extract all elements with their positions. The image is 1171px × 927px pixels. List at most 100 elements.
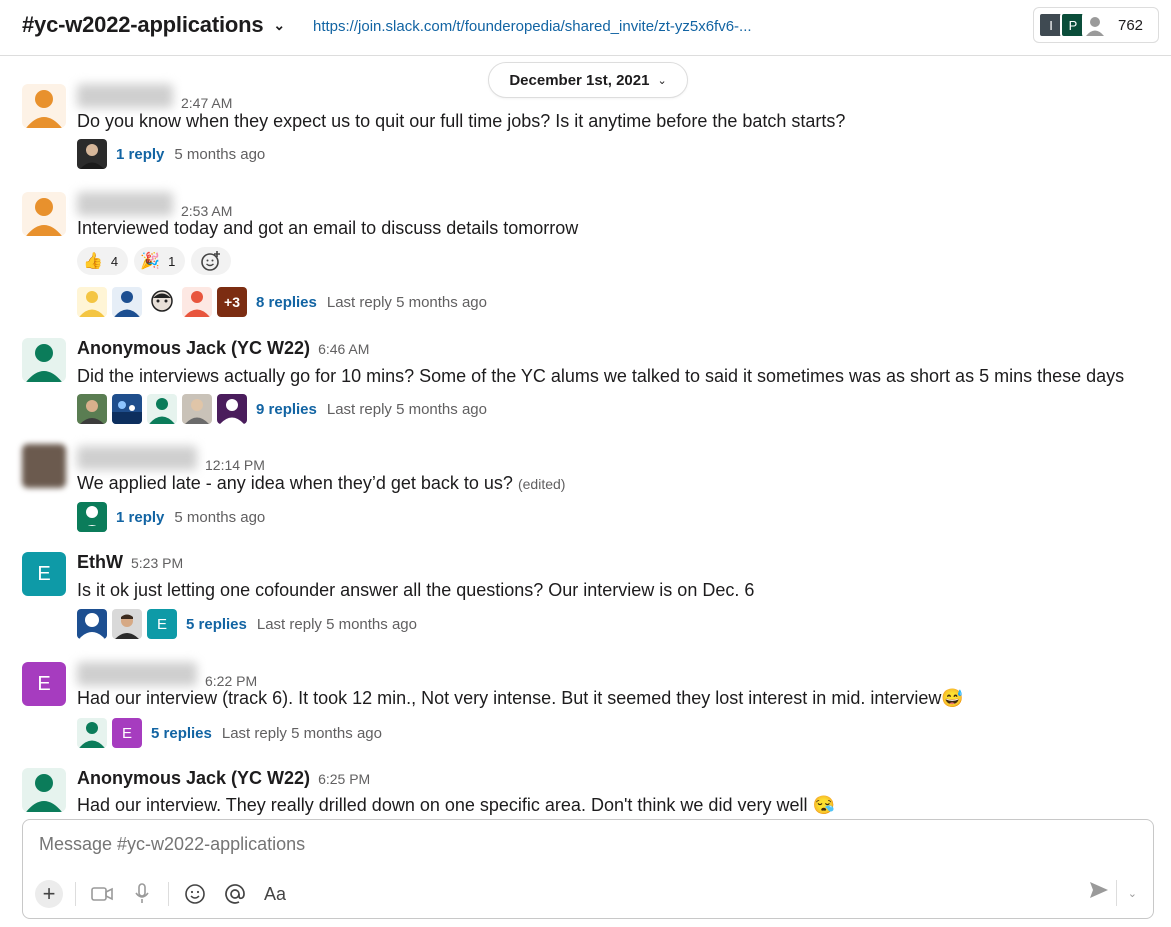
message: 12:14 PM We applied late - any idea when… [0, 440, 1171, 540]
chevron-down-icon[interactable]: ⌄ [1128, 887, 1137, 900]
divider [75, 882, 76, 906]
divider [168, 882, 169, 906]
avatar[interactable] [22, 444, 66, 488]
avatar [182, 287, 212, 317]
replies-link[interactable]: 9 replies [256, 401, 317, 418]
timestamp[interactable]: 6:46 AM [318, 341, 369, 357]
avatar [112, 287, 142, 317]
channel-name: #yc-w2022-applications [22, 12, 264, 37]
message-text: Had our interview. They really drilled d… [77, 793, 835, 817]
message: E EthW 5:23 PM Is it ok just letting one… [0, 546, 1171, 646]
avatar [182, 394, 212, 424]
reactions-bar: 👍 4 🎉 1 [77, 247, 232, 275]
avatar[interactable] [22, 84, 66, 128]
avatar [112, 394, 142, 424]
add-emoji-icon [201, 251, 221, 271]
thread-summary[interactable]: E 5 replies Last reply 5 months ago [77, 609, 417, 639]
replies-link[interactable]: 5 replies [186, 616, 247, 633]
reaction-thumbs-up[interactable]: 👍 4 [77, 247, 129, 275]
avatar [77, 502, 107, 532]
sender-name-redacted [77, 192, 173, 216]
sender-name[interactable]: Anonymous Jack (YC W22) [77, 768, 310, 789]
timestamp[interactable]: 5:23 PM [131, 555, 183, 571]
party-popper-icon: 🎉 [140, 253, 161, 270]
last-reply: Last reply 5 months ago [221, 724, 382, 742]
replies-link[interactable]: 8 replies [256, 294, 317, 311]
message-text: We applied late - any idea when they’d g… [77, 471, 565, 496]
date-divider[interactable]: December 1st, 2021 ⌄ [488, 62, 688, 98]
avatar[interactable] [22, 192, 66, 236]
message-text: Do you know when they expect us to quit … [77, 111, 846, 131]
message-body: We applied late - any idea when they’d g… [77, 473, 513, 493]
thumbs-up-icon: 👍 [83, 253, 103, 270]
thread-summary[interactable]: 1 reply 5 months ago [77, 502, 265, 532]
sender-name-redacted [77, 84, 173, 108]
message-meta: Anonymous Jack (YC W22) 6:46 AM [77, 338, 369, 359]
thread-summary[interactable]: 1 reply 5 months ago [77, 139, 265, 169]
edited-label: (edited) [517, 476, 566, 492]
sender-name[interactable]: EthW [77, 552, 123, 573]
avatar[interactable] [22, 768, 66, 812]
members-button[interactable]: I P 762 [1033, 7, 1159, 43]
add-reaction-button[interactable] [191, 247, 232, 275]
plus-icon[interactable]: + [35, 880, 63, 908]
thread-summary[interactable]: E 5 replies Last reply 5 months ago [77, 718, 382, 748]
last-reply: Last reply 5 months ago [326, 400, 487, 418]
message-text: Had our interview (track 6). It took 12 … [77, 686, 964, 710]
reaction-count: 1 [168, 253, 176, 269]
avatar [77, 609, 107, 639]
last-reply: Last reply 5 months ago [326, 293, 487, 311]
message: 2:53 AM Interviewed today and got an ema… [0, 184, 1171, 324]
message-text: Is it ok just letting one cofounder answ… [77, 580, 755, 600]
message: Anonymous Jack (YC W22) 6:25 PM Had our … [0, 762, 1171, 818]
invite-link[interactable]: https://join.slack.com/t/founderopedia/s… [313, 18, 752, 35]
avatar: E [147, 609, 177, 639]
replies-link[interactable]: 5 replies [151, 725, 212, 742]
message-body: Had our interview. They really drilled d… [77, 795, 808, 815]
message-meta: EthW 5:23 PM [77, 552, 183, 573]
avatar [77, 287, 107, 317]
message-text: Did the interviews actually go for 10 mi… [77, 366, 1125, 386]
message-composer: + Aa ⌄ [22, 819, 1154, 919]
message-body: Had our interview (track 6). It took 12 … [77, 688, 942, 708]
thread-summary[interactable]: 9 replies Last reply 5 months ago [77, 394, 487, 424]
message-input[interactable] [39, 834, 1039, 855]
member-avatar [1082, 12, 1108, 38]
emoji-icon[interactable] [181, 880, 209, 908]
timestamp[interactable]: 6:25 PM [318, 771, 370, 787]
video-icon[interactable] [88, 880, 116, 908]
mention-icon[interactable] [221, 880, 249, 908]
avatar [147, 287, 177, 317]
sender-name[interactable]: Anonymous Jack (YC W22) [77, 338, 310, 359]
sleepy-face-icon: 😪 [812, 795, 835, 815]
channel-header: #yc-w2022-applications ⌄ https://join.sl… [0, 0, 1171, 56]
avatar [77, 394, 107, 424]
avatar[interactable]: E [22, 552, 66, 596]
chevron-down-icon: ⌄ [273, 16, 285, 33]
message: E 6:22 PM Had our interview (track 6). I… [0, 654, 1171, 754]
avatar: E [112, 718, 142, 748]
send-icon[interactable] [1089, 881, 1109, 904]
more-participants-badge: +3 [217, 287, 247, 317]
replies-link[interactable]: 1 reply [116, 509, 164, 526]
avatar[interactable]: E [22, 662, 66, 706]
date-label: December 1st, 2021 [509, 71, 650, 89]
avatar[interactable] [22, 338, 66, 382]
formatting-button[interactable]: Aa [261, 880, 289, 908]
reaction-tada[interactable]: 🎉 1 [134, 247, 186, 275]
message-text: Interviewed today and got an email to di… [77, 218, 579, 238]
last-reply: 5 months ago [174, 145, 266, 163]
message: Anonymous Jack (YC W22) 6:46 AM Did the … [0, 332, 1171, 432]
composer-toolbar: + Aa [35, 880, 301, 908]
sender-name-redacted [77, 662, 197, 686]
channel-title[interactable]: #yc-w2022-applications ⌄ [22, 12, 285, 38]
microphone-icon[interactable] [128, 880, 156, 908]
message-meta: 2:47 AM [77, 84, 232, 111]
replies-link[interactable]: 1 reply [116, 146, 164, 163]
avatar [112, 609, 142, 639]
thread-summary[interactable]: +3 8 replies Last reply 5 months ago [77, 287, 487, 317]
sender-name-redacted [77, 446, 197, 470]
member-count: 762 [1118, 16, 1144, 34]
last-reply: 5 months ago [174, 508, 266, 526]
message-meta: 6:22 PM [77, 662, 257, 689]
